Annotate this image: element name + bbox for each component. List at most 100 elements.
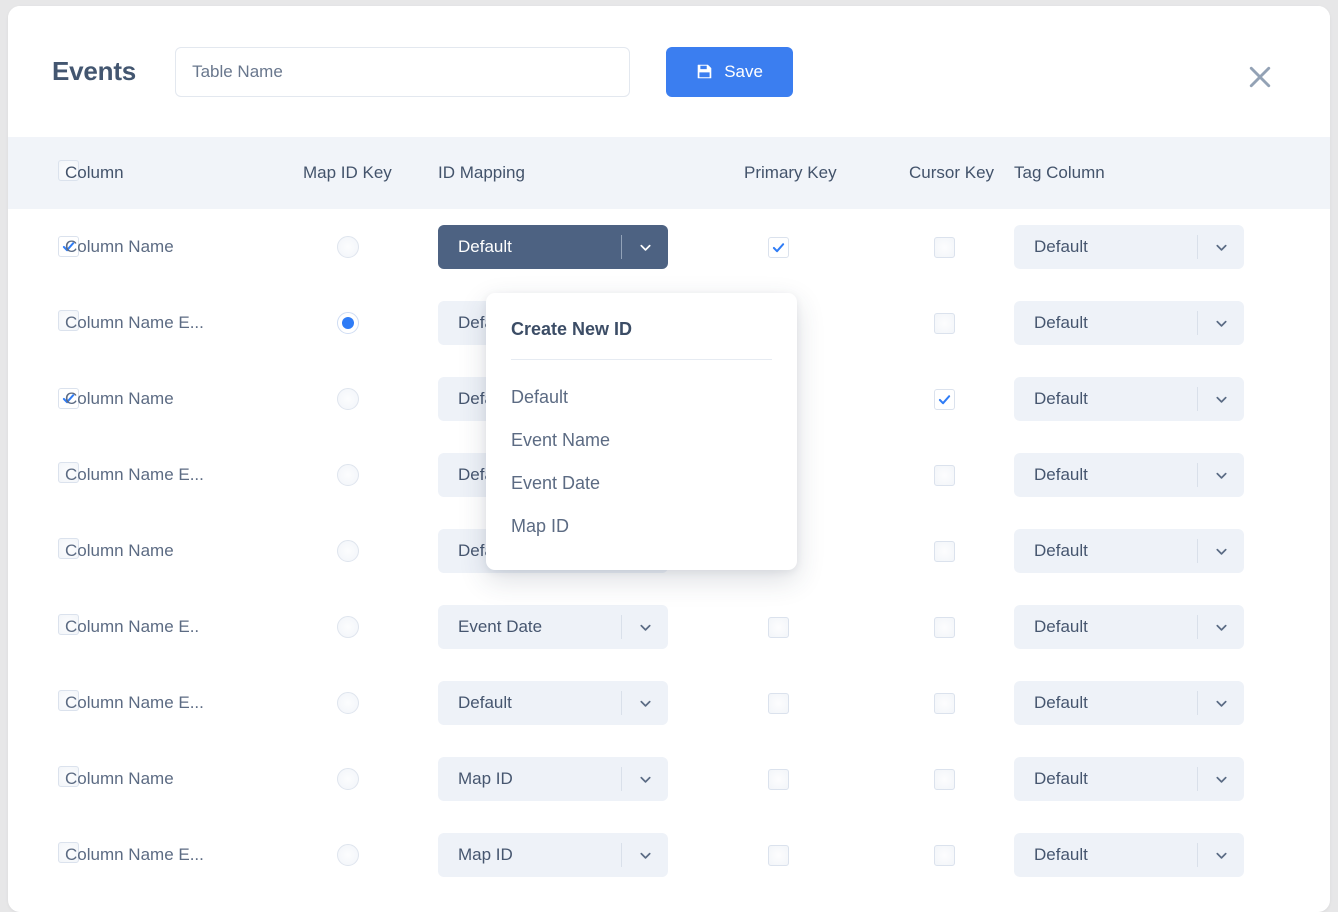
menu-item-map-id[interactable]: Map ID [486,505,797,548]
map-id-key-radio[interactable] [337,312,359,334]
save-button-label: Save [724,61,763,81]
tag-select[interactable]: Default [1014,833,1244,877]
chevron-down-icon[interactable] [1198,392,1244,407]
cursor-key-checkbox[interactable] [934,388,955,410]
tag-column-cell: Default [1014,605,1274,649]
save-button[interactable]: Save [666,46,794,97]
map-id-key-radio[interactable] [337,692,359,714]
tag-select[interactable]: Default [1014,301,1244,345]
tag-select[interactable]: Default [1014,605,1244,649]
tag-column-cell: Default [1014,833,1274,877]
chevron-down-icon[interactable] [622,240,668,255]
map-id-key-radio[interactable] [337,844,359,866]
table-name-input[interactable] [175,46,631,97]
chevron-down-icon[interactable] [1198,468,1244,483]
tag-column-cell: Default [1014,529,1274,573]
tag-select[interactable]: Default [1014,681,1244,725]
map-id-key-radio[interactable] [337,616,359,638]
mapping-select[interactable]: Default [438,225,668,269]
chevron-down-icon[interactable] [1198,316,1244,331]
menu-item-default[interactable]: Default [486,376,797,419]
primary-key-checkbox[interactable] [768,768,789,790]
chevron-down-icon[interactable] [622,620,668,635]
cursor-key-cell [866,236,1014,258]
row-select-cell [8,236,79,258]
cursor-key-checkbox[interactable] [934,768,955,790]
chevron-down-icon[interactable] [622,848,668,863]
map-id-key-cell [285,464,438,486]
mapping-select-value: Map ID [458,769,513,788]
mapping-select[interactable]: Default [438,681,668,725]
chevron-down-icon[interactable] [1198,240,1244,255]
tag-select[interactable]: Default [1014,225,1244,269]
cursor-key-checkbox[interactable] [934,616,955,638]
map-id-key-cell [285,388,438,410]
menu-divider [511,359,772,360]
chevron-down-icon[interactable] [622,696,668,711]
tag-select[interactable]: Default [1014,453,1244,497]
cursor-key-cell [866,768,1014,790]
id-mapping-cell: Default [438,225,710,269]
menu-item-event-name[interactable]: Event Name [486,419,797,462]
tag-column-cell: Default [1014,377,1274,421]
table-header-row: Column Map ID Key ID Mapping Primary Key… [8,137,1330,209]
menu-item-event-date[interactable]: Event Date [486,462,797,505]
id-mapping-cell: Event Date [438,605,710,649]
cursor-key-checkbox[interactable] [934,540,955,562]
map-id-key-radio[interactable] [337,540,359,562]
cursor-key-checkbox[interactable] [934,236,955,258]
menu-item-create-new-id[interactable]: Create New ID [486,319,797,340]
chevron-down-icon[interactable] [1198,848,1244,863]
table-row: Column Name E.. Event Date Default [8,589,1330,665]
chevron-down-icon[interactable] [622,772,668,787]
close-button[interactable] [1242,60,1278,96]
column-header-id-mapping: ID Mapping [438,163,525,182]
cursor-key-cell [866,844,1014,866]
primary-key-checkbox[interactable] [768,692,789,714]
column-name-label: Column Name E.. [65,617,200,636]
column-name-label: Column Name [65,237,174,256]
cursor-key-checkbox[interactable] [934,692,955,714]
table-row: Column Name E... Default Default [8,665,1330,741]
tag-select-value: Default [1034,617,1088,636]
chevron-down-icon[interactable] [1198,544,1244,559]
cursor-key-checkbox[interactable] [934,844,955,866]
mapping-select[interactable]: Event Date [438,605,668,649]
mapping-select[interactable]: Map ID [438,757,668,801]
cursor-key-checkbox[interactable] [934,464,955,486]
cursor-key-checkbox[interactable] [934,312,955,334]
map-id-key-radio[interactable] [337,236,359,258]
mapping-select-value: Event Date [458,617,543,636]
map-id-key-radio[interactable] [337,464,359,486]
id-mapping-dropdown-menu: Create New ID Default Event Name Event Dat… [486,293,797,570]
chevron-down-icon[interactable] [1198,772,1244,787]
chevron-down-icon[interactable] [1198,696,1244,711]
primary-key-checkbox[interactable] [768,844,789,866]
tag-select[interactable]: Default [1014,377,1244,421]
mapping-select-value: Default [458,693,512,712]
panel-header: Events Save [8,6,1330,137]
column-name-label: Column Name [65,541,174,560]
tag-select[interactable]: Default [1014,529,1244,573]
row-select-cell [8,388,79,410]
mapping-select[interactable]: Map ID [438,833,668,877]
tag-select-value: Default [1034,693,1088,712]
mapping-select-value: Default [458,237,512,256]
cursor-key-cell [866,616,1014,638]
table-row: Column Name E... Map ID Default [8,817,1330,893]
chevron-down-icon[interactable] [1198,620,1244,635]
column-header-primary-key: Primary Key [744,163,837,182]
column-header-cursor-key: Cursor Key [909,163,995,182]
primary-key-checkbox[interactable] [768,236,789,258]
tag-select[interactable]: Default [1014,757,1244,801]
primary-key-checkbox[interactable] [768,616,789,638]
cursor-key-cell [866,312,1014,334]
map-id-key-cell [285,692,438,714]
map-id-key-radio[interactable] [337,388,359,410]
mapping-select-value: Map ID [458,845,513,864]
map-id-key-radio[interactable] [337,768,359,790]
primary-key-cell [710,236,866,258]
column-name-label: Column Name [65,769,174,788]
events-mapping-panel: Events Save [8,6,1330,912]
row-select-cell [8,462,79,488]
